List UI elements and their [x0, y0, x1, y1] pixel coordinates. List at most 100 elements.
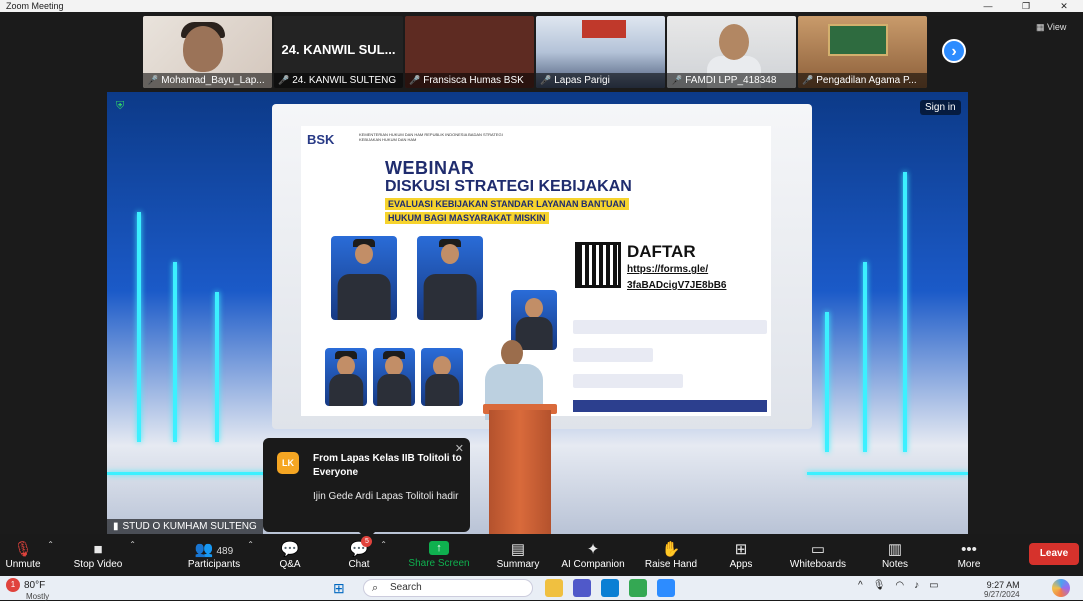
- slide-webinar: WEBINAR: [385, 158, 475, 178]
- podium: [489, 410, 551, 534]
- system-tray: ^ 🎙 ◠ ♪ ▭: [858, 580, 939, 591]
- participant-tile[interactable]: 24. KANWIL SUL... 🎤 24. KANWIL SULTENG: [274, 16, 403, 88]
- mic-muted-icon: 🎤: [147, 75, 159, 85]
- close-button[interactable]: ✕: [1045, 0, 1083, 12]
- participant-tile[interactable]: 🎤 Fransisca Humas BSK: [405, 16, 534, 88]
- register-link-1: https://forms.gle/: [627, 264, 709, 275]
- neon-line: [173, 262, 177, 442]
- sparkle-icon: ✦: [586, 540, 600, 558]
- encryption-shield-icon[interactable]: ⛨: [116, 100, 128, 114]
- avatar: LK: [277, 452, 299, 474]
- chat-button[interactable]: 💬 5 Chat ⌃: [339, 534, 387, 576]
- apps-button[interactable]: ⊞ Apps: [721, 534, 761, 576]
- participant-tile[interactable]: 🎤 FAMDI LPP_418348: [667, 16, 796, 88]
- grid-icon: ▦: [1036, 22, 1045, 32]
- raise-hand-button[interactable]: ✋ Raise Hand: [643, 534, 699, 576]
- notes-icon: ▥: [887, 540, 903, 558]
- view-button[interactable]: ▦ View: [1036, 22, 1066, 33]
- close-icon[interactable]: ✕: [455, 442, 464, 455]
- signal-icon: ▮: [113, 521, 119, 532]
- ministry-text: KEMENTERIAN HUKUM DAN HAM REPUBLIK INDON…: [359, 132, 503, 142]
- chevron-up-icon[interactable]: ⌃: [129, 540, 136, 549]
- mic-muted-icon: 🎤: [540, 75, 552, 85]
- time: 9:27 AM: [986, 580, 1020, 590]
- chevron-up-icon[interactable]: ⌃: [247, 540, 254, 549]
- edge-icon[interactable]: [601, 579, 619, 597]
- chevron-up-icon[interactable]: ^: [858, 580, 863, 591]
- leave-button[interactable]: Leave: [1029, 543, 1079, 565]
- teams-icon[interactable]: [573, 579, 591, 597]
- neon-line: [903, 172, 907, 452]
- copilot-icon[interactable]: [1052, 579, 1070, 597]
- unmute-button[interactable]: 🎙 Unmute ⌃: [0, 534, 54, 576]
- weather-badge: 1: [6, 578, 20, 592]
- more-button[interactable]: ••• More: [949, 534, 989, 576]
- register-heading: DAFTAR: [627, 242, 696, 261]
- summary-icon: ▤: [510, 540, 526, 558]
- ai-companion-button[interactable]: ✦ AI Companion: [559, 534, 627, 576]
- info-row: [573, 348, 653, 362]
- taskbar-search[interactable]: ⌕ Search: [363, 579, 533, 597]
- minimize-button[interactable]: —: [969, 0, 1007, 12]
- participant-label: 🎤 FAMDI LPP_418348: [667, 73, 796, 88]
- speaker-photo: [417, 236, 483, 320]
- info-row: [573, 374, 683, 388]
- brand-logo: BSK: [307, 132, 335, 147]
- qa-icon: 💬: [280, 540, 300, 558]
- clock[interactable]: 9:27 AM 9/27/2024: [984, 580, 1020, 600]
- share-screen-button[interactable]: ↑ Share Screen: [407, 534, 471, 576]
- neon-line: [807, 472, 968, 475]
- wifi-icon[interactable]: ◠: [895, 580, 904, 591]
- mic-off-icon: 🎙: [13, 540, 33, 558]
- chevron-up-icon[interactable]: ⌃: [380, 540, 387, 549]
- search-icon: ⌕: [372, 582, 379, 594]
- neon-line: [107, 472, 267, 475]
- chevron-up-icon[interactable]: ⌃: [47, 540, 54, 549]
- participant-label: 🎤 Fransisca Humas BSK: [405, 73, 534, 88]
- participant-name-placeholder: 24. KANWIL SUL...: [281, 42, 396, 57]
- main-video-label: ▮ STUD O KUMHAM SULTENG: [107, 519, 263, 534]
- restore-button[interactable]: ❐: [1007, 0, 1045, 12]
- speaker-photo: [373, 348, 415, 406]
- room-board: [828, 24, 888, 56]
- participant-label: 🎤 24. KANWIL SULTENG: [274, 73, 403, 88]
- info-row: [573, 320, 767, 334]
- qr-code-icon: [575, 242, 621, 288]
- apps-icon: ⊞: [734, 540, 748, 558]
- mic-muted-icon: 🎤: [802, 75, 814, 85]
- participants-button[interactable]: 👥 489 Participants ⌃: [182, 534, 254, 576]
- notes-button[interactable]: ▥ Notes: [875, 534, 915, 576]
- weather-widget[interactable]: 1 80°F Mostly: [6, 578, 49, 601]
- share-icon: ↑: [429, 541, 449, 555]
- qa-button[interactable]: 💬 Q&A: [270, 534, 310, 576]
- next-page-icon[interactable]: ›: [942, 39, 966, 63]
- zoom-icon[interactable]: [657, 579, 675, 597]
- windows-taskbar: 1 80°F Mostly ⊞ ⌕ Search ^ 🎙 ◠ ♪ ▭ 9:27 …: [0, 576, 1083, 601]
- neon-line: [863, 262, 867, 452]
- participant-strip: 🎤 Mohamad_Bayu_Lap... 24. KANWIL SUL... 🎤…: [143, 16, 927, 88]
- participant-tile[interactable]: 🎤 Mohamad_Bayu_Lap...: [143, 16, 272, 88]
- participants-icon: 👥 489: [194, 540, 234, 558]
- mic-muted-icon: 🎤: [671, 75, 683, 85]
- slide-title: DISKUSI STRATEGI KEBIJAKAN: [385, 178, 632, 195]
- sign-in-button[interactable]: Sign in: [920, 100, 961, 115]
- summary-button[interactable]: ▤ Summary: [493, 534, 543, 576]
- battery-icon[interactable]: ▭: [929, 580, 938, 591]
- stop-video-button[interactable]: ■ Stop Video ⌃: [68, 534, 136, 576]
- slide-subtitle-1: EVALUASI KEBIJAKAN STANDAR LAYANAN BANTU…: [385, 198, 629, 210]
- date: 9/27/2024: [984, 590, 1020, 599]
- main-video[interactable]: BSK KEMENTERIAN HUKUM DAN HAM REPUBLIK I…: [107, 92, 968, 534]
- volume-icon[interactable]: ♪: [914, 580, 919, 591]
- chrome-icon[interactable]: [629, 579, 647, 597]
- meeting-stage: 🎤 Mohamad_Bayu_Lap... 24. KANWIL SUL... 🎤…: [0, 12, 1083, 540]
- participant-tile[interactable]: 🎤 Lapas Parigi: [536, 16, 665, 88]
- participant-face: [719, 24, 749, 60]
- mic-icon[interactable]: 🎙: [873, 580, 886, 591]
- whiteboards-button[interactable]: ▭ Whiteboards: [787, 534, 849, 576]
- file-explorer-icon[interactable]: [545, 579, 563, 597]
- chat-notification[interactable]: LK From Lapas Kelas IIB Tolitoli to Ever…: [263, 438, 470, 540]
- taskbar-apps: [545, 579, 675, 597]
- neon-line: [825, 312, 829, 452]
- participant-tile[interactable]: 🎤 Pengadilan Agama P...: [798, 16, 927, 88]
- windows-start-icon[interactable]: ⊞: [333, 580, 345, 597]
